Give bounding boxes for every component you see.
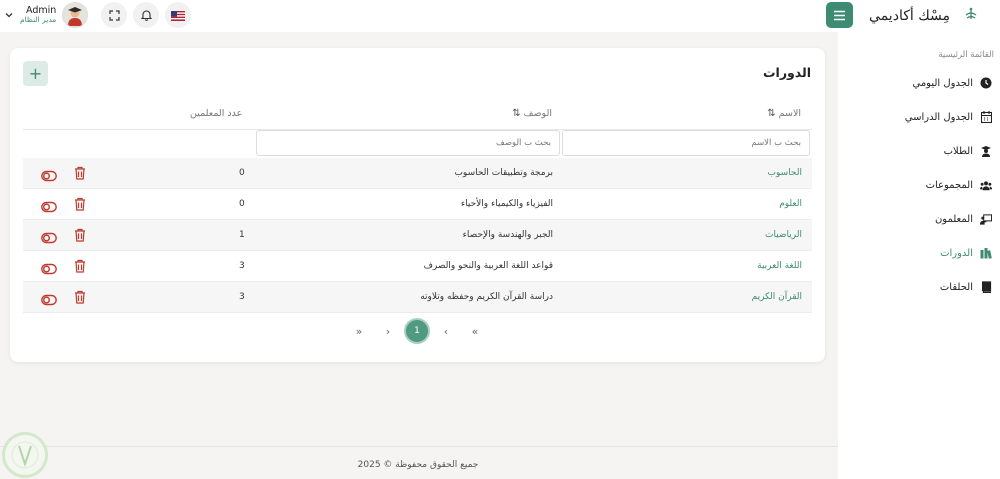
language-button[interactable]	[165, 2, 191, 28]
brand[interactable]: مِسْك أكاديمي	[838, 0, 1000, 32]
course-name-link[interactable]: اللغة العربية	[757, 261, 802, 271]
page-title: الدورات	[762, 65, 811, 80]
book-icon	[980, 281, 992, 293]
chevron-down-icon[interactable]	[4, 10, 14, 20]
course-description: برمجة وتطبيقات الحاسوب	[454, 168, 553, 178]
sidebar-item-label: الطلاب	[943, 145, 973, 157]
calendar-icon	[980, 111, 992, 123]
sidebar-item-courses[interactable]: الدورات	[838, 236, 1000, 270]
course-name-link[interactable]: القرآن الكريم	[752, 292, 802, 302]
sidebar-item-label: المعلمون	[934, 213, 973, 225]
sidebar-item-timetable[interactable]: الجدول الدراسي	[838, 100, 1000, 134]
toggle-icon[interactable]	[41, 229, 57, 244]
table-row: العلوم الفيزياء والكيمياء والأحياء 0	[23, 189, 812, 220]
pagination-last-button[interactable]: »	[349, 325, 369, 338]
us-flag-icon	[171, 6, 185, 25]
course-name-link[interactable]: العلوم	[779, 199, 802, 209]
hamburger-icon	[833, 6, 846, 25]
menu-toggle-button[interactable]	[826, 2, 853, 28]
sidebar-item-label: الجدول الدراسي	[904, 111, 973, 123]
fullscreen-button[interactable]	[101, 2, 127, 28]
teachers-count: 1	[239, 230, 245, 240]
column-header-name[interactable]: الاسم ⇅	[767, 108, 801, 119]
fullscreen-icon	[108, 6, 120, 25]
description-filter-input[interactable]	[256, 130, 560, 156]
teachers-count: 3	[239, 292, 245, 302]
pagination-first-button[interactable]: «	[465, 325, 485, 338]
toggle-icon[interactable]	[41, 198, 57, 213]
table-row: الحاسوب برمجة وتطبيقات الحاسوب 0	[23, 158, 812, 189]
delete-icon[interactable]	[73, 165, 87, 180]
sidebar-item-label: المجموعات	[925, 179, 973, 191]
column-header-label: الوصف	[523, 108, 552, 119]
toggle-icon[interactable]	[41, 167, 57, 182]
delete-icon[interactable]	[73, 289, 87, 304]
table-row: القرآن الكريم دراسة القرآن الكريم وحفظه …	[23, 282, 812, 313]
column-header-label: الاسم	[778, 108, 801, 119]
sidebar-item-daily-schedule[interactable]: الجدول اليومي	[838, 66, 1000, 100]
sort-icon: ⇅	[512, 108, 521, 119]
sidebar-item-label: الجدول اليومي	[912, 77, 973, 89]
sidebar-item-students[interactable]: الطلاب	[838, 134, 1000, 168]
sort-icon: ⇅	[767, 108, 776, 119]
course-name-link[interactable]: الرياضيات	[765, 230, 802, 240]
sidebar-section-title: القائمة الرئيسية	[938, 50, 994, 60]
graduate-icon	[980, 145, 992, 157]
brand-logo	[960, 5, 982, 27]
bell-icon	[140, 6, 152, 25]
course-description: الجبر والهندسة والإحصاء	[462, 230, 553, 240]
sidebar-item-groups[interactable]: المجموعات	[838, 168, 1000, 202]
clock-icon	[980, 77, 992, 89]
books-icon	[980, 247, 992, 259]
users-icon	[980, 179, 992, 191]
user-menu[interactable]: Admin مدير النظام	[4, 2, 89, 28]
sidebar-item-teachers[interactable]: المعلمون	[838, 202, 1000, 236]
teachers-count: 0	[239, 168, 245, 178]
avatar[interactable]	[62, 2, 89, 28]
toggle-icon[interactable]	[41, 291, 57, 306]
course-description: قواعد اللغة العربية والنحو والصرف	[423, 261, 553, 271]
notifications-button[interactable]	[133, 2, 159, 28]
delete-icon[interactable]	[73, 196, 87, 211]
teachers-count: 3	[239, 261, 245, 271]
table-row: الرياضيات الجبر والهندسة والإحصاء 1	[23, 220, 812, 251]
name-filter-input[interactable]	[562, 130, 810, 156]
teachers-count: 0	[239, 199, 245, 209]
pagination-current-page[interactable]: 1	[404, 318, 430, 344]
column-header-description[interactable]: الوصف ⇅	[512, 108, 552, 119]
brand-name: مِسْك أكاديمي	[869, 8, 950, 24]
add-course-button[interactable]: +	[23, 61, 48, 86]
watermark-logo	[2, 432, 48, 478]
sidebar-item-label: الدورات	[940, 247, 973, 259]
delete-icon[interactable]	[73, 258, 87, 273]
footer-copyright: جميع الحقوق محفوظة © 2025	[357, 460, 479, 470]
table-row: اللغة العربية قواعد اللغة العربية والنحو…	[23, 251, 812, 282]
sidebar-item-label: الحلقات	[939, 281, 973, 293]
delete-icon[interactable]	[73, 227, 87, 242]
toggle-icon[interactable]	[41, 260, 57, 275]
pagination-next-button[interactable]: ›	[378, 325, 398, 338]
sidebar: مِسْك أكاديمي القائمة الرئيسية الجدول ال…	[838, 0, 1000, 479]
course-description: الفيزياء والكيمياء والأحياء	[460, 199, 553, 209]
course-name-link[interactable]: الحاسوب	[768, 168, 802, 178]
sidebar-item-circles[interactable]: الحلقات	[838, 270, 1000, 304]
column-header-teachers-count: عدد المعلمين	[190, 108, 243, 119]
footer-divider	[0, 446, 838, 447]
top-bar: Admin مدير النظام	[0, 0, 838, 32]
pagination-prev-button[interactable]: ‹	[436, 325, 456, 338]
user-role: مدير النظام	[20, 15, 57, 25]
course-description: دراسة القرآن الكريم وحفظه وتلاوته	[420, 292, 553, 302]
chalkboard-teacher-icon	[980, 213, 992, 225]
courses-card: الدورات + الاسم ⇅ الوصف ⇅ عدد المعلمين ا…	[10, 48, 825, 362]
